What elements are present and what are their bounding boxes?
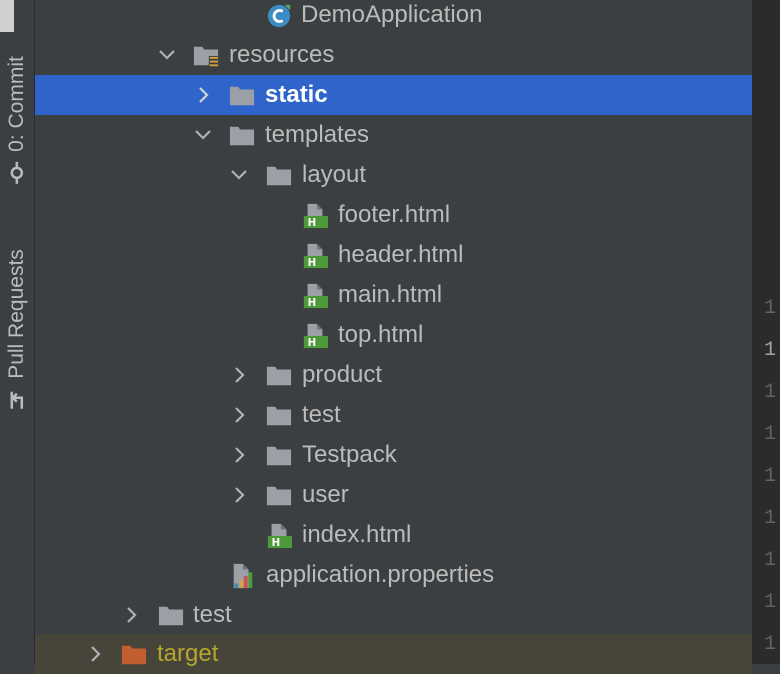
properties-file-icon xyxy=(233,563,253,589)
html-file-icon: H xyxy=(303,323,328,349)
chevron-right-icon[interactable] xyxy=(229,405,249,425)
tree-item-target[interactable]: target xyxy=(35,634,752,674)
html-file-icon: H xyxy=(303,203,328,229)
tree-item-testpack[interactable]: Testpack xyxy=(35,435,752,475)
line-number: 1 xyxy=(764,423,777,446)
strip-top-marker xyxy=(0,0,14,32)
chevron-down-icon[interactable] xyxy=(229,165,249,185)
tree-item-label: top.html xyxy=(338,321,424,348)
tree-item-label: header.html xyxy=(338,241,464,268)
tree-item-user[interactable]: user xyxy=(35,475,752,515)
commit-tool-tab[interactable]: 0: Commit xyxy=(0,40,34,200)
pull-requests-tab-label: Pull Requests xyxy=(5,249,29,379)
tree-item-product[interactable]: product xyxy=(35,355,752,395)
tool-window-strip: 0: Commit Pull Requests xyxy=(0,0,35,664)
tree-item-static[interactable]: static xyxy=(35,75,752,115)
chevron-right-icon[interactable] xyxy=(193,85,213,105)
line-number: 1 xyxy=(764,339,777,362)
pull-request-icon xyxy=(10,391,24,409)
tree-item-templates[interactable]: templates xyxy=(35,115,752,155)
folder-icon xyxy=(266,486,292,506)
svg-text:H: H xyxy=(308,218,317,229)
tree-item-test[interactable]: test xyxy=(35,395,752,435)
commit-icon xyxy=(10,161,24,184)
html-file-icon: H xyxy=(303,283,328,309)
line-number: 1 xyxy=(764,465,777,488)
folder-icon xyxy=(229,126,255,146)
commit-tab-label: 0: Commit xyxy=(5,56,28,152)
tree-item-label: target xyxy=(157,640,219,667)
tree-item-label: resources xyxy=(229,41,335,68)
tree-item-label: main.html xyxy=(338,281,443,308)
tree-item-label: layout xyxy=(302,161,367,188)
tree-item-footer-html[interactable]: H footer.html xyxy=(35,195,752,235)
tree-item-resources[interactable]: resources xyxy=(35,35,752,75)
editor-gutter: 1 1 1 1 1 1 1 1 1 xyxy=(752,0,780,664)
java-class-icon xyxy=(267,4,291,28)
line-number: 1 xyxy=(764,297,777,320)
line-number: 1 xyxy=(764,549,777,572)
pull-requests-tool-tab[interactable]: Pull Requests xyxy=(0,230,34,430)
chevron-right-icon[interactable] xyxy=(229,445,249,465)
tree-item-top-html[interactable]: H top.html xyxy=(35,315,752,355)
folder-icon xyxy=(266,446,292,466)
tree-item-header-html[interactable]: H header.html xyxy=(35,235,752,275)
chevron-right-icon[interactable] xyxy=(229,485,249,505)
svg-text:H: H xyxy=(308,338,317,349)
html-file-icon: H xyxy=(267,523,292,549)
tree-item-test-src[interactable]: test xyxy=(35,595,752,635)
tree-item-label: index.html xyxy=(302,521,412,548)
project-tree: DemoApplication resources static templat… xyxy=(35,0,752,674)
tree-item-label: test xyxy=(302,401,341,428)
folder-icon xyxy=(266,166,292,186)
tree-item-application-properties[interactable]: application.properties xyxy=(35,555,752,595)
chevron-right-icon[interactable] xyxy=(121,605,141,625)
resources-folder-icon xyxy=(193,46,219,68)
tree-item-label: product xyxy=(302,361,383,388)
tree-item-index-html[interactable]: H index.html xyxy=(35,515,752,555)
tree-item-demoapplication[interactable]: DemoApplication xyxy=(35,0,752,35)
tree-item-label: templates xyxy=(265,121,370,148)
tree-item-label: DemoApplication xyxy=(301,1,483,28)
folder-icon xyxy=(266,406,292,426)
folder-icon xyxy=(229,86,255,106)
tree-item-label: static xyxy=(265,81,328,108)
html-file-icon: H xyxy=(303,243,328,269)
chevron-down-icon[interactable] xyxy=(193,125,213,145)
tree-item-layout[interactable]: layout xyxy=(35,155,752,195)
chevron-right-icon[interactable] xyxy=(229,365,249,385)
tree-item-main-html[interactable]: H main.html xyxy=(35,275,752,315)
chevron-right-icon[interactable] xyxy=(85,644,105,664)
tree-item-label: footer.html xyxy=(338,201,451,228)
excluded-folder-icon xyxy=(121,645,147,665)
line-number: 1 xyxy=(764,381,777,404)
line-number: 1 xyxy=(764,633,777,656)
tree-item-label: application.properties xyxy=(266,561,495,588)
tree-item-label: user xyxy=(302,481,349,508)
tree-item-label: Testpack xyxy=(302,441,397,468)
svg-text:H: H xyxy=(272,538,281,549)
chevron-down-icon[interactable] xyxy=(157,45,177,65)
line-number: 1 xyxy=(764,507,777,530)
svg-text:H: H xyxy=(308,298,317,309)
svg-text:H: H xyxy=(308,258,317,269)
folder-icon xyxy=(266,366,292,386)
folder-icon xyxy=(158,606,184,626)
line-number: 1 xyxy=(764,591,777,614)
tree-item-label: test xyxy=(193,601,232,628)
